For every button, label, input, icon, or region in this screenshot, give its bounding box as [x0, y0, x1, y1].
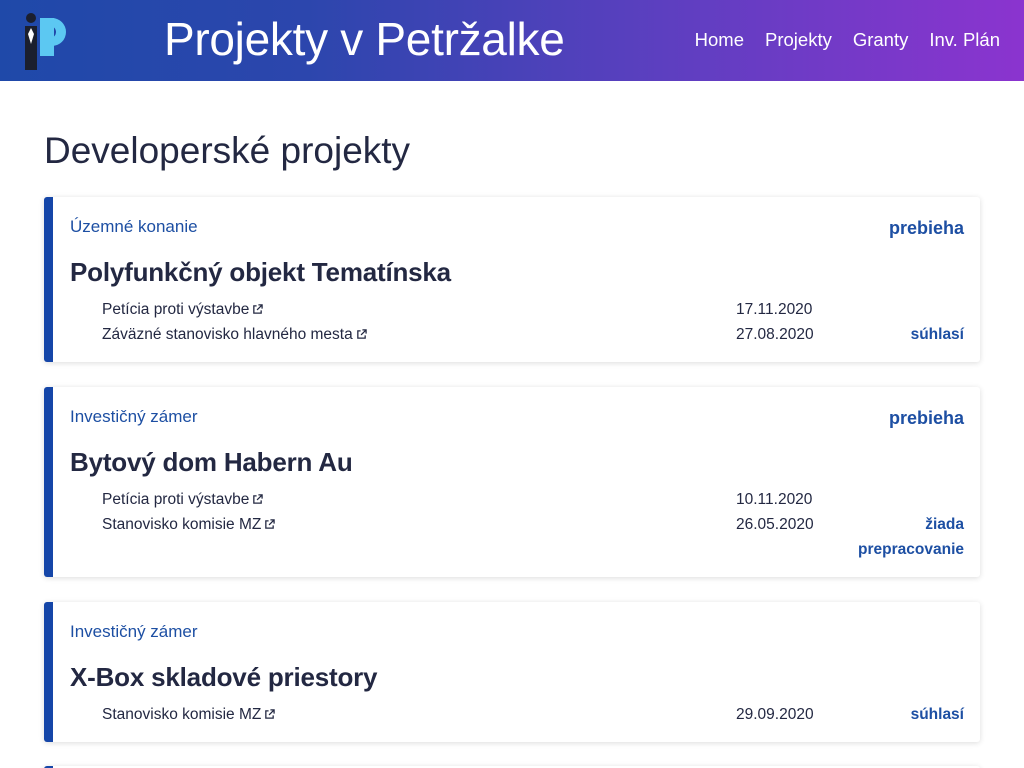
document-row: Petícia proti výstavbe 17.11.2020 [53, 297, 980, 322]
project-category: Územné konanie [70, 217, 198, 236]
document-date: 26.05.2020 [736, 516, 814, 533]
site-header: Projekty v Petržalke Home Projekty Grant… [0, 0, 1024, 81]
document-date: 27.08.2020 [736, 326, 814, 343]
project-card: Investičný zámer prebieha Bytový dom Hab… [44, 387, 980, 577]
external-link-icon [265, 519, 276, 529]
project-state: prebieha [888, 408, 964, 428]
document-link[interactable]: Stanovisko komisie MZ [102, 512, 276, 537]
document-row: Petícia proti výstavbe 10.11.2020 [53, 487, 980, 512]
external-link-icon [265, 709, 276, 719]
project-name: Polyfunkčný objekt Tematínska [70, 257, 451, 287]
external-link-icon [253, 494, 264, 504]
logo-icon[interactable] [20, 10, 68, 72]
project-category: Investičný zámer [70, 407, 198, 426]
nav-inv-plan[interactable]: Inv. Plán [929, 26, 1000, 54]
document-list: Stanovisko komisie MZ 29.09.2020 súhlasí [53, 702, 980, 727]
project-category: Investičný zámer [70, 622, 198, 641]
external-link-icon [356, 329, 367, 339]
document-link[interactable]: Petícia proti výstavbe [102, 487, 264, 512]
site-title[interactable]: Projekty v Petržalke [164, 10, 565, 68]
nav-home[interactable]: Home [695, 26, 744, 54]
main-nav: Home Projekty Granty Inv. Plán [695, 26, 1000, 54]
document-list: Petícia proti výstavbe 17.11.2020 Záväzn… [53, 297, 980, 347]
project-card: Investičný zámer X-Box skladové priestor… [44, 602, 980, 742]
document-row: Stanovisko komisie MZ 26.05.2020 žiada p… [53, 512, 980, 558]
project-name: Bytový dom Habern Au [70, 447, 353, 477]
document-verdict: žiada prepracovanie [858, 516, 964, 558]
external-link-icon [253, 304, 264, 314]
document-verdict: súhlasí [910, 706, 964, 723]
project-card: Územné konanie prebieha Polyfunkčný obje… [44, 197, 980, 362]
document-link[interactable]: Stanovisko komisie MZ [102, 702, 276, 727]
document-date: 10.11.2020 [736, 491, 813, 508]
document-date: 17.11.2020 [736, 301, 813, 318]
document-date: 29.09.2020 [736, 706, 814, 723]
page-title: Developerské projekty [44, 130, 411, 171]
nav-granty[interactable]: Granty [853, 26, 909, 54]
document-verdict: súhlasí [910, 326, 964, 343]
project-name: X-Box skladové priestory [70, 662, 378, 692]
nav-projekty[interactable]: Projekty [765, 26, 832, 54]
project-state: prebieha [888, 218, 964, 238]
document-list: Petícia proti výstavbe 10.11.2020 Stanov… [53, 487, 980, 558]
document-link[interactable]: Záväzné stanovisko hlavného mesta [102, 322, 367, 347]
document-link[interactable]: Petícia proti výstavbe [102, 297, 264, 322]
document-row: Stanovisko komisie MZ 29.09.2020 súhlasí [53, 702, 980, 727]
document-row: Záväzné stanovisko hlavného mesta 27.08.… [53, 322, 980, 347]
